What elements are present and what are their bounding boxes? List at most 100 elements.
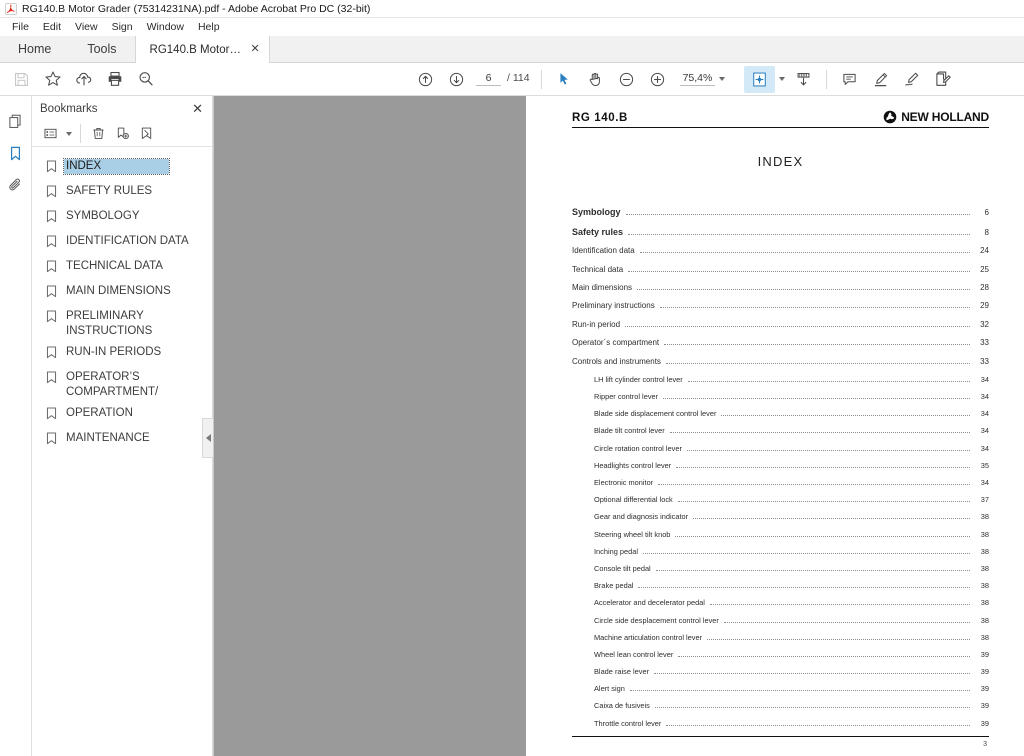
toc-entry[interactable]: Console tilt pedal 38 [572, 564, 989, 573]
select-cursor-icon[interactable] [549, 66, 580, 93]
toc-entry[interactable]: Electronic monitor 34 [572, 478, 989, 487]
bookmark-item[interactable]: OPERATION [32, 403, 212, 428]
scroll-mode-icon[interactable] [788, 66, 819, 93]
toc-entry[interactable]: Steering wheel tilt knob 38 [572, 530, 989, 539]
bookmark-item[interactable]: MAIN DIMENSIONS [32, 281, 212, 306]
menu-file[interactable]: File [5, 19, 36, 35]
add-to-favorites-icon[interactable] [37, 66, 68, 93]
toc-entry-label: Preliminary instructions [572, 301, 655, 311]
document-tab[interactable]: RG140.B Motor Gr... ✕ [134, 36, 270, 63]
toc-entry[interactable]: Ripper control lever 34 [572, 392, 989, 401]
toc-entry[interactable]: Brake pedal 38 [572, 581, 989, 590]
toc-entry[interactable]: Caixa de fusiveis 39 [572, 701, 989, 710]
toc-entry[interactable]: Main dimensions 28 [572, 283, 989, 292]
toc-entry-page: 34 [980, 392, 989, 402]
toc-entry[interactable]: Alert sign 39 [572, 684, 989, 693]
menu-view[interactable]: View [68, 19, 105, 35]
close-panel-icon[interactable]: ✕ [192, 102, 203, 115]
zoom-level-label[interactable]: 75,4% [679, 72, 716, 86]
toc-entry-label: Blade tilt control lever [594, 426, 665, 436]
bookmark-item-label: OPERATOR’S COMPARTMENT/ [66, 371, 159, 398]
fill-and-sign-icon[interactable] [927, 66, 958, 93]
bookmark-item[interactable]: IDENTIFICATION DATA [32, 231, 212, 256]
toc-entry[interactable]: Safety rules 8 [572, 227, 989, 237]
toc-entry-page: 38 [980, 581, 989, 591]
bookmark-item-label: TECHNICAL DATA [66, 260, 163, 272]
toc-entry-page: 38 [980, 546, 989, 556]
collapse-panel-button[interactable] [202, 418, 213, 458]
tab-tools[interactable]: Tools [69, 36, 134, 62]
bookmark-item[interactable]: PRELIMINARY INSTRUCTIONS [32, 306, 212, 342]
toc-entry[interactable]: Wheel lean control lever 39 [572, 650, 989, 659]
document-canvas[interactable]: RG 140.B NEW HOLLAND INDEX Symbology 6 S… [213, 96, 1024, 756]
attachments-icon[interactable] [2, 170, 30, 200]
toc-entry[interactable]: Controls and instruments 33 [572, 357, 989, 366]
toc-entry[interactable]: Machine articulation control lever 38 [572, 633, 989, 642]
toc-entry[interactable]: Throttle control lever 39 [572, 719, 989, 728]
bookmark-item[interactable]: TECHNICAL DATA [32, 256, 212, 281]
previous-page-icon[interactable] [410, 66, 441, 93]
toc-entry[interactable]: Blade tilt control lever 34 [572, 426, 989, 435]
bookmark-item[interactable]: RUN-IN PERIODS [32, 342, 212, 367]
toc-entry[interactable]: Run-in period 32 [572, 320, 989, 329]
toc-entry[interactable]: LH lift cylinder control lever 34 [572, 375, 989, 384]
toc-entry[interactable]: Symbology 6 [572, 207, 989, 217]
print-icon[interactable] [99, 66, 130, 93]
toc-entry-label: Accelerator and decelerator pedal [594, 598, 705, 608]
upload-cloud-icon[interactable] [68, 66, 99, 93]
page-thumbnails-icon[interactable] [2, 106, 30, 136]
toc-entry[interactable]: Technical data 25 [572, 265, 989, 274]
toc-entry[interactable]: Preliminary instructions 29 [572, 301, 989, 310]
next-page-icon[interactable] [441, 66, 472, 93]
tab-home[interactable]: Home [0, 36, 69, 62]
bookmark-options-icon[interactable] [38, 123, 62, 145]
page-fit-icon[interactable] [744, 65, 776, 93]
menu-help[interactable]: Help [191, 19, 227, 35]
zoom-in-icon[interactable] [642, 66, 673, 93]
toc-entry[interactable]: Circle side desplacement control lever 3… [572, 616, 989, 625]
page-fit-dropdown-icon[interactable] [775, 69, 788, 89]
bookmark-item[interactable]: MAINTENANCE [32, 428, 212, 453]
bookmark-item[interactable]: SAFETY RULES [32, 181, 212, 206]
toc-entry[interactable]: Inching pedal 38 [572, 547, 989, 556]
toc-entry[interactable]: Accelerator and decelerator pedal 38 [572, 598, 989, 607]
save-file-icon[interactable] [6, 66, 37, 93]
menu-edit[interactable]: Edit [36, 19, 68, 35]
close-icon[interactable]: ✕ [251, 44, 260, 55]
delete-bookmark-icon[interactable] [86, 123, 110, 145]
toc-leader-dots [675, 535, 970, 537]
zoom-out-icon[interactable] [611, 66, 642, 93]
toc-entry-label: Machine articulation control lever [594, 632, 703, 642]
zoom-dropdown-icon[interactable] [715, 69, 728, 89]
find-bookmark-icon[interactable] [134, 123, 158, 145]
toc-leader-dots [654, 673, 970, 675]
bookmark-item[interactable]: INDEX [32, 156, 212, 181]
toc-entry[interactable]: Gear and diagnosis indicator 38 [572, 512, 989, 521]
toc-entry[interactable]: Circle rotation control lever 34 [572, 444, 989, 453]
page-number-input[interactable] [476, 72, 501, 86]
toc-leader-dots [655, 569, 970, 571]
toc-entry[interactable]: Operator´s compartment 33 [572, 338, 989, 347]
toolbar-divider-2 [826, 69, 828, 89]
hand-tool-icon[interactable] [580, 66, 611, 93]
toc-leader-dots [665, 362, 970, 364]
toc-entry-label: Brake pedal [594, 581, 634, 591]
bookmarks-toolbar [32, 121, 212, 147]
draw-freehand-icon[interactable] [896, 66, 927, 93]
new-bookmark-icon[interactable] [110, 123, 134, 145]
bookmark-options-dropdown-icon[interactable] [62, 124, 75, 144]
comment-icon[interactable] [834, 66, 865, 93]
toc-entry[interactable]: Headlights control lever 35 [572, 461, 989, 470]
menu-window[interactable]: Window [140, 19, 191, 35]
toc-entry[interactable]: Identification data 24 [572, 246, 989, 255]
highlight-text-icon[interactable] [865, 66, 896, 93]
bookmark-item[interactable]: OPERATOR’S COMPARTMENT/ [32, 367, 212, 403]
leaf-mark-icon [883, 110, 897, 124]
toc-entry[interactable]: Optional differential lock 37 [572, 495, 989, 504]
toc-entry[interactable]: Blade side displacement control lever 34 [572, 409, 989, 418]
bookmarks-icon[interactable] [2, 138, 30, 168]
toc-entry[interactable]: Blade raise lever 39 [572, 667, 989, 676]
search-icon[interactable] [130, 66, 161, 93]
bookmark-item[interactable]: SYMBOLOGY [32, 206, 212, 231]
menu-sign[interactable]: Sign [105, 19, 140, 35]
